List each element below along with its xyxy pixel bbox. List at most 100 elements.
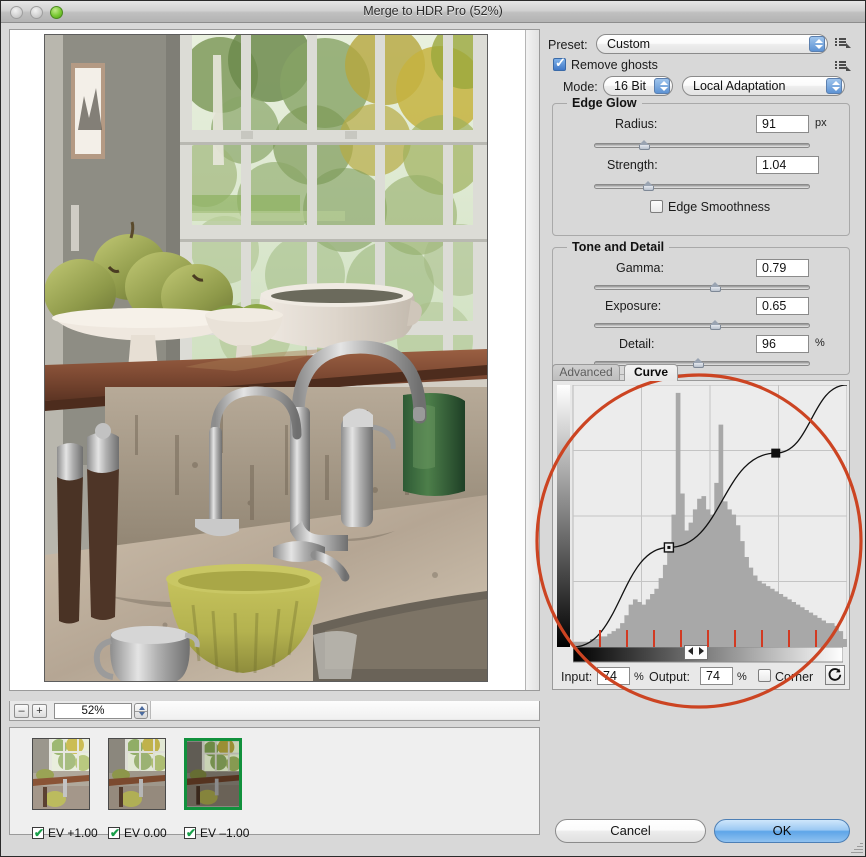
gamma-label: Gamma: xyxy=(616,261,664,275)
remove-ghosts-checkbox[interactable] xyxy=(553,56,566,71)
curve-control-point-selected-core xyxy=(667,545,671,549)
preset-flyout-menu-icon[interactable] xyxy=(835,37,851,49)
slider-knob[interactable] xyxy=(709,282,722,293)
remove-ghosts-label: Remove ghosts xyxy=(571,58,658,72)
thumbnail-checkbox[interactable]: ✔ xyxy=(184,827,196,839)
status-area xyxy=(150,701,539,719)
tonemap-method-dropdown[interactable]: Local Adaptation xyxy=(682,76,845,96)
zoom-toolbar: – + 52% xyxy=(9,701,540,721)
radius-field[interactable]: 91 xyxy=(756,115,809,133)
window-resize-grip[interactable] xyxy=(850,841,863,854)
radius-label: Radius: xyxy=(615,117,658,131)
thumbnail-item[interactable]: ✔ EV +1.00 xyxy=(32,738,98,840)
arrow-right-icon xyxy=(699,647,704,655)
thumbnail-toggle-row[interactable]: ✔ EV +1.00 xyxy=(32,826,118,842)
stepper-up-icon xyxy=(139,706,145,710)
thumbnail-artwork xyxy=(187,741,239,807)
cancel-button[interactable]: Cancel xyxy=(555,819,706,843)
thumbnail-toggle-row[interactable]: ✔ EV –1.00 xyxy=(184,826,270,842)
preview-photo-artwork xyxy=(45,35,487,681)
detail-unit: % xyxy=(815,337,825,349)
merge-to-hdr-pro-window: Merge to HDR Pro (52%) – + 52% ✔ EV +1.0… xyxy=(0,0,866,857)
tone-curve-svg[interactable] xyxy=(557,385,847,647)
edge-smoothness-label: Edge Smoothness xyxy=(668,200,771,214)
strength-field[interactable]: 1.04 xyxy=(756,156,819,174)
input-range-ramp[interactable] xyxy=(572,645,844,664)
curve-input-field[interactable]: 74 xyxy=(597,667,630,685)
radius-slider[interactable] xyxy=(594,140,810,150)
thumbnail-checkbox[interactable]: ✔ xyxy=(108,827,120,839)
chevron-updown-icon xyxy=(826,78,842,94)
strength-slider[interactable] xyxy=(594,181,810,191)
curve-control-point[interactable] xyxy=(771,448,781,458)
bit-depth-value: 16 Bit xyxy=(614,79,646,93)
exposure-field[interactable]: 0.65 xyxy=(756,297,809,315)
zoom-in-button[interactable]: + xyxy=(32,704,47,718)
check-icon: ✔ xyxy=(110,826,121,840)
slider-track xyxy=(594,285,810,290)
slider-track xyxy=(594,143,810,148)
zoom-out-button[interactable]: – xyxy=(14,704,29,718)
arrow-left-icon xyxy=(688,647,693,655)
chevron-updown-icon xyxy=(809,36,825,52)
chevron-updown-icon xyxy=(654,78,670,94)
input-ramp-svg xyxy=(572,646,844,663)
source-images-strip: ✔ EV +1.00 ✔ EV 0.00 ✔ EV –1.00 xyxy=(9,727,540,840)
thumbnail-item[interactable]: ✔ EV 0.00 xyxy=(108,738,167,840)
stepper-down-icon xyxy=(139,712,145,716)
reset-curve-button[interactable] xyxy=(825,665,845,685)
slider-track xyxy=(594,184,810,189)
thumbnail-ev-label: EV +1.00 xyxy=(48,826,98,840)
slider-knob[interactable] xyxy=(638,140,651,151)
edge-glow-group: Edge Glow Radius: 91 px Strength: 1.04 E… xyxy=(552,96,850,236)
thumbnail-ev-label: EV 0.00 xyxy=(124,826,167,840)
curve-tabstrip: Advanced Curve xyxy=(552,364,850,381)
curve-graph[interactable] xyxy=(557,385,847,647)
thumbnail-image[interactable] xyxy=(32,738,90,810)
window-title: Merge to HDR Pro (52%) xyxy=(363,4,503,18)
detail-field[interactable]: 96 xyxy=(756,335,809,353)
thumbnail-toggle-row[interactable]: ✔ EV 0.00 xyxy=(108,826,194,842)
thumbnail-image[interactable] xyxy=(184,738,242,810)
preview-vertical-scrollbar[interactable] xyxy=(525,30,539,690)
thumbnail-artwork xyxy=(33,739,89,809)
zoom-stepper[interactable] xyxy=(134,703,148,719)
thumbnail-ev-label: EV –1.00 xyxy=(200,826,250,840)
remove-ghosts-flyout-menu-icon[interactable] xyxy=(835,60,851,72)
slider-track xyxy=(594,323,810,328)
title-bar: Merge to HDR Pro (52%) xyxy=(1,1,865,23)
tone-and-detail-title: Tone and Detail xyxy=(567,240,670,254)
preset-dropdown[interactable]: Custom xyxy=(596,34,828,54)
edge-smoothness-checkbox[interactable] xyxy=(650,200,663,213)
preview-pane[interactable] xyxy=(9,29,540,691)
output-unit: % xyxy=(737,671,747,683)
check-icon: ✔ xyxy=(186,826,197,840)
tonemap-method-value: Local Adaptation xyxy=(693,79,786,93)
gamma-slider[interactable] xyxy=(594,282,810,292)
preset-value: Custom xyxy=(607,37,651,51)
preset-label: Preset: xyxy=(548,38,588,52)
input-unit: % xyxy=(634,671,644,683)
curve-output-field[interactable]: 74 xyxy=(700,667,733,685)
exposure-label: Exposure: xyxy=(605,299,662,313)
bit-depth-dropdown[interactable]: 16 Bit xyxy=(603,76,673,96)
ok-button[interactable]: OK xyxy=(714,819,850,843)
curve-tick-marks xyxy=(573,628,843,648)
curve-panel: Input: 74 % Output: 74 % Corner xyxy=(552,380,850,690)
tab-advanced[interactable]: Advanced xyxy=(552,364,620,381)
check-icon: ✔ xyxy=(34,826,45,840)
strength-label: Strength: xyxy=(607,158,658,172)
radius-unit: px xyxy=(815,117,827,129)
slider-knob[interactable] xyxy=(642,181,655,192)
thumbnail-checkbox[interactable]: ✔ xyxy=(32,827,44,839)
input-label: Input: xyxy=(561,670,593,684)
corner-checkbox[interactable] xyxy=(758,669,771,682)
thumbnail-image[interactable] xyxy=(108,738,166,810)
exposure-slider[interactable] xyxy=(594,320,810,330)
slider-knob[interactable] xyxy=(709,320,722,331)
gamma-field[interactable]: 0.79 xyxy=(756,259,809,277)
zoom-level-field[interactable]: 52% xyxy=(54,703,132,719)
thumbnail-item-selected[interactable]: ✔ EV –1.00 xyxy=(184,738,249,840)
tab-curve[interactable]: Curve xyxy=(624,364,678,381)
preview-image[interactable] xyxy=(44,34,488,682)
